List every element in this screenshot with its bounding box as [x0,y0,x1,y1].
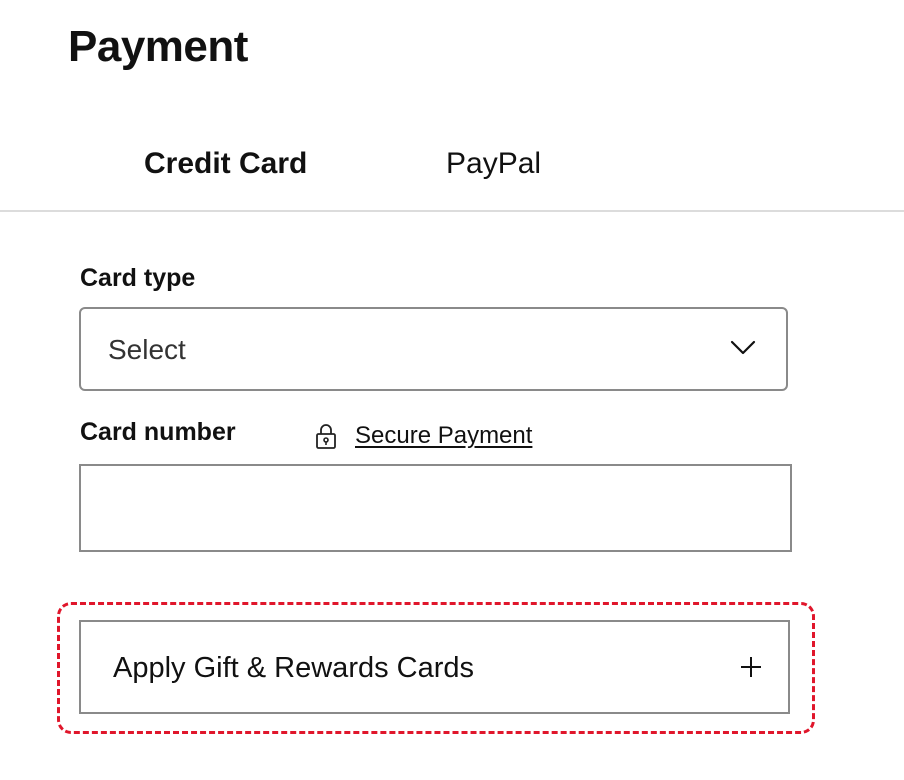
card-type-select[interactable]: Select [79,307,788,391]
plus-icon [741,657,761,677]
chevron-down-icon [730,340,756,355]
lock-icon [316,424,336,449]
secure-payment-link[interactable]: Secure Payment [355,421,532,451]
card-number-input[interactable] [79,464,792,552]
apply-gift-rewards-button[interactable]: Apply Gift & Rewards Cards [79,620,790,714]
apply-gift-rewards-label: Apply Gift & Rewards Cards [113,652,475,684]
tab-credit-card[interactable]: Credit Card [144,144,307,184]
card-type-select-value: Select [108,334,186,365]
tab-paypal[interactable]: PayPal [446,144,541,184]
card-type-label: Card type [80,264,196,292]
payment-method-tabs: Credit Card PayPal [0,130,904,212]
payment-page: Payment Credit Card PayPal Card type Sel… [0,0,904,780]
secure-payment: Secure Payment [315,420,532,452]
card-number-label: Card number [80,418,236,446]
page-title: Payment [68,22,248,71]
